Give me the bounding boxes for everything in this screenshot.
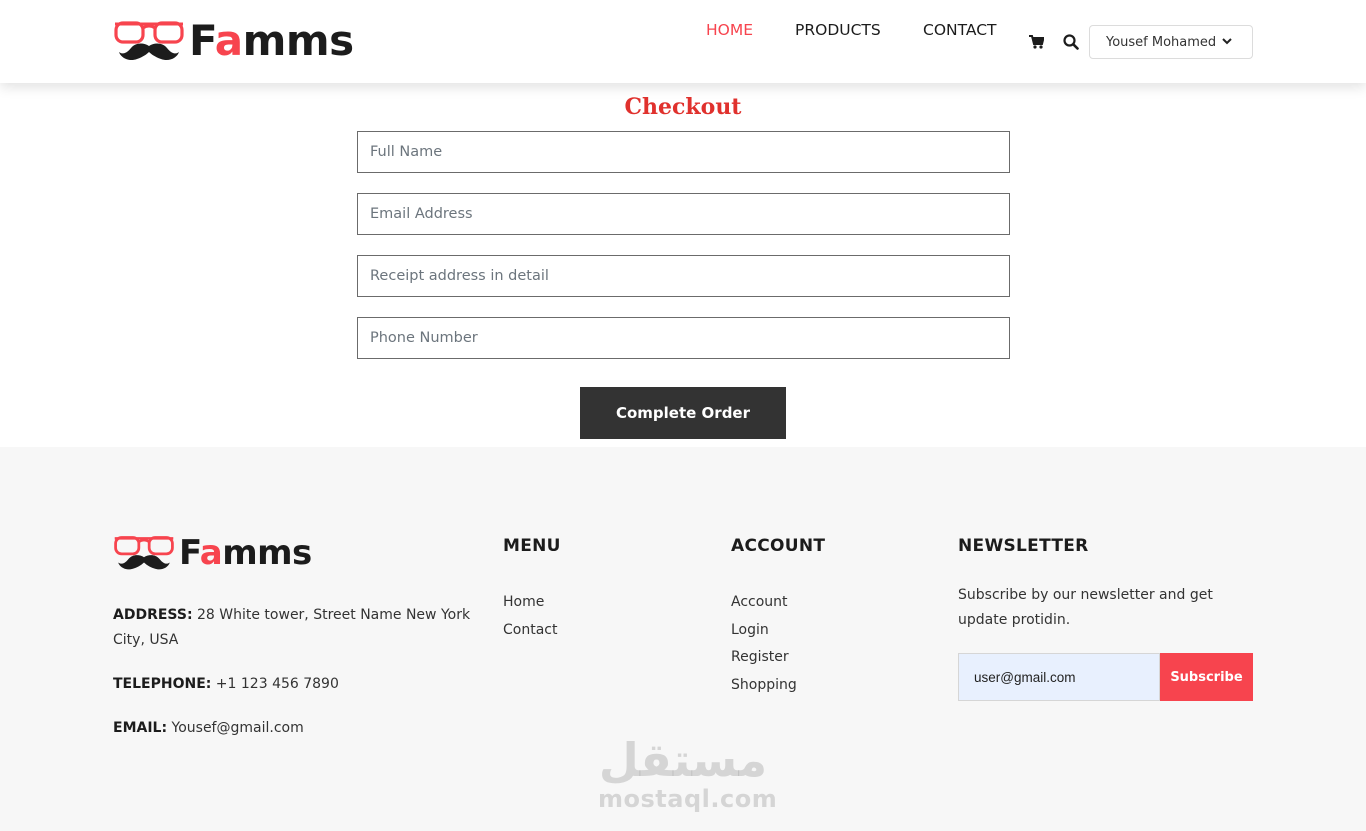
footer-account-link[interactable]: Account: [731, 589, 797, 617]
footer-telephone: TELEPHONE: +1 123 456 7890: [113, 676, 339, 692]
footer-menu-list: Home Contact: [503, 589, 557, 644]
glasses-mustache-icon: [114, 21, 184, 61]
footer-address: ADDRESS: 28 White tower, Street Name New…: [113, 607, 471, 648]
email-input[interactable]: [357, 193, 1010, 235]
page-title: Checkout: [624, 94, 742, 120]
logo-text: Famms: [189, 16, 354, 65]
full-name-input[interactable]: [357, 131, 1010, 173]
footer-account-list: Account Login Register Shopping: [731, 589, 797, 699]
logo-text: Famms: [179, 533, 312, 573]
nav-products-link[interactable]: PRODUCTS: [795, 19, 881, 41]
cart-icon[interactable]: [1029, 35, 1045, 54]
chevron-down-icon: [1222, 38, 1232, 45]
account-heading: ACCOUNT: [731, 536, 826, 556]
address-input[interactable]: [357, 255, 1010, 297]
watermark-arabic: مستقل: [598, 733, 768, 787]
watermark-latin: mostaql.com: [598, 785, 778, 813]
site-footer: Famms ADDRESS: 28 White tower, Street Na…: [0, 447, 1366, 831]
footer-menu-home-link[interactable]: Home: [503, 589, 557, 617]
user-dropdown[interactable]: Yousef Mohamed: [1089, 25, 1253, 59]
complete-order-button[interactable]: Complete Order: [580, 387, 786, 439]
menu-heading: MENU: [503, 536, 561, 556]
newsletter-description: Subscribe by our newsletter and get upda…: [958, 587, 1213, 628]
search-icon[interactable]: [1063, 34, 1079, 55]
subscribe-button[interactable]: Subscribe: [1160, 653, 1253, 701]
nav-home-link[interactable]: HOME: [706, 19, 753, 41]
footer-menu-contact-link[interactable]: Contact: [503, 617, 557, 645]
nav-contact-link[interactable]: CONTACT: [923, 19, 997, 41]
footer-email: EMAIL: Yousef@gmail.com: [113, 720, 304, 736]
phone-input[interactable]: [357, 317, 1010, 359]
footer-register-link[interactable]: Register: [731, 644, 797, 672]
newsletter-email-input[interactable]: [958, 653, 1160, 701]
site-header: Famms HOME PRODUCTS CONTACT Yousef Moham…: [0, 0, 1366, 83]
glasses-mustache-icon: [114, 536, 174, 570]
newsletter-heading: NEWSLETTER: [958, 536, 1089, 556]
footer-logo[interactable]: Famms: [113, 533, 312, 573]
footer-shopping-link[interactable]: Shopping: [731, 672, 797, 700]
site-logo[interactable]: Famms: [113, 18, 354, 64]
footer-login-link[interactable]: Login: [731, 617, 797, 645]
watermark: مستقل mostaql.com: [598, 733, 778, 813]
user-name: Yousef Mohamed: [1106, 34, 1217, 50]
